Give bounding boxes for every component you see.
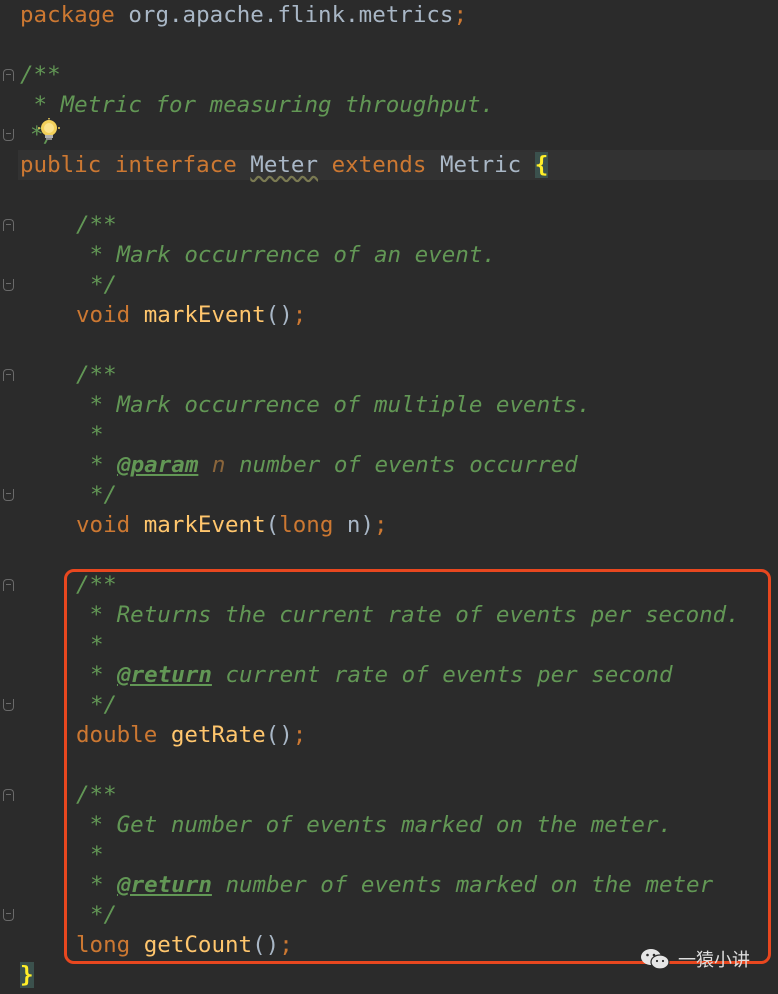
code-line-doc-star[interactable]: * (90, 420, 104, 450)
class-doc-text: * Metric for measuring throughput. (20, 92, 495, 118)
watermark: 一猿小讲 (640, 944, 750, 974)
method-name[interactable]: markEvent (144, 512, 266, 538)
code-line-mark-event-n[interactable]: void markEvent(long n); (76, 510, 388, 540)
arg-type: long (279, 512, 334, 538)
fold-marker-icon[interactable] (3, 579, 14, 591)
fold-marker-icon[interactable] (3, 909, 14, 921)
code-line-doc-close[interactable]: */ (90, 480, 117, 510)
watermark-text: 一猿小讲 (678, 950, 750, 971)
keyword-extends: extends (331, 152, 427, 178)
fold-marker-icon[interactable] (3, 129, 14, 141)
paren-close: ) (360, 512, 375, 538)
semicolon: ; (453, 2, 468, 28)
fold-marker-icon[interactable] (3, 789, 14, 801)
super-interface-name[interactable]: Metric (440, 152, 521, 178)
code-line-package[interactable]: package org.apache.flink.metrics; (20, 0, 467, 30)
code-line-doc-open[interactable]: /** (20, 60, 61, 90)
code-line-close-brace[interactable]: } (20, 960, 34, 990)
paren-open: ( (265, 512, 280, 538)
doc-star: * (90, 422, 104, 448)
semicolon: ; (292, 302, 307, 328)
package-name: org.apache.flink.metrics (128, 2, 454, 28)
param-desc: number of events occurred (225, 452, 578, 478)
return-type: void (76, 302, 131, 328)
code-line-m2-doc[interactable]: * Mark occurrence of multiple events. (76, 390, 591, 420)
doc-open: /** (20, 62, 61, 88)
fold-marker-icon[interactable] (3, 699, 14, 711)
doc-open: /** (76, 212, 117, 238)
lightbulb-icon[interactable] (36, 118, 62, 144)
arg-name: n (333, 512, 361, 538)
doc-open: /** (76, 362, 117, 388)
args: () (265, 302, 293, 328)
method-name[interactable]: markEvent (144, 302, 266, 328)
param-name: n (211, 452, 226, 478)
doc-star: * (90, 452, 104, 478)
interface-name[interactable]: Meter (250, 152, 318, 178)
code-line-mark-event[interactable]: void markEvent(); (76, 300, 306, 330)
mark-event-doc: * Mark occurrence of an event. (76, 242, 496, 268)
code-line-interface[interactable]: public interface Meter extends Metric { (20, 150, 549, 180)
code-line-class-doc[interactable]: * Metric for measuring throughput. (20, 90, 495, 120)
doc-close: */ (90, 272, 118, 298)
semicolon: ; (374, 512, 388, 538)
keyword-interface: interface (114, 152, 237, 178)
fold-marker-icon[interactable] (3, 489, 14, 501)
javadoc-tag: @param (117, 452, 199, 478)
code-line-m2-param[interactable]: * @param n number of events occurred (90, 450, 578, 480)
close-brace: } (20, 962, 34, 988)
fold-marker-icon[interactable] (3, 369, 14, 381)
keyword-public: public (20, 152, 102, 178)
mark-event-n-doc: * Mark occurrence of multiple events. (76, 392, 591, 418)
return-type: void (76, 512, 131, 538)
open-brace: { (534, 152, 549, 178)
fold-marker-icon[interactable] (3, 279, 14, 291)
code-line-doc-close[interactable]: */ (90, 270, 117, 300)
code-line-doc-open[interactable]: /** (76, 210, 117, 240)
fold-marker-icon[interactable] (3, 219, 14, 231)
code-line-doc-open[interactable]: /** (76, 360, 117, 390)
keyword: package (20, 2, 115, 28)
wechat-icon (641, 949, 670, 970)
highlight-annotation-box (64, 569, 771, 964)
code-line-m1-doc[interactable]: * Mark occurrence of an event. (76, 240, 496, 270)
fold-marker-icon[interactable] (3, 69, 14, 81)
doc-close: */ (90, 482, 118, 508)
code-editor[interactable]: package org.apache.flink.metrics; /** * … (0, 0, 778, 994)
